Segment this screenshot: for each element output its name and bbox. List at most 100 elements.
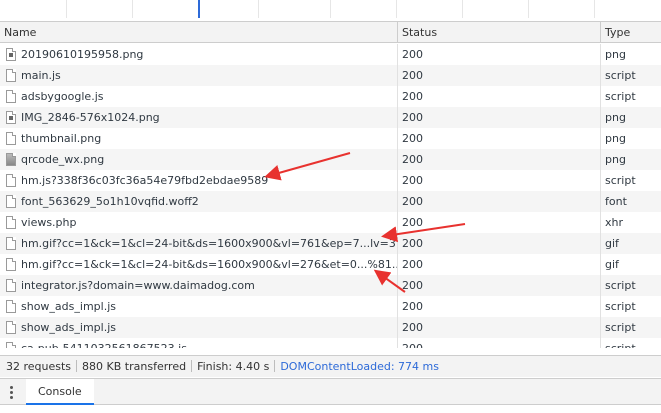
request-status: 200 bbox=[397, 254, 600, 275]
column-header-status[interactable]: Status bbox=[397, 22, 600, 43]
request-name[interactable]: adsbygoogle.js bbox=[0, 86, 397, 107]
table-row[interactable]: show_ads_impl.js 200 script bbox=[0, 317, 661, 338]
request-name-text: IMG_2846-576x1024.png bbox=[21, 111, 160, 124]
dom-content-loaded-time: DOMContentLoaded: 774 ms bbox=[280, 360, 439, 373]
request-name[interactable]: font_563629_5o1h10vqfid.woff2 bbox=[0, 191, 397, 212]
request-name[interactable]: hm.js?338f36c03fc36a54e79fbd2ebdae9589 bbox=[0, 170, 397, 191]
request-status: 200 bbox=[397, 149, 600, 170]
image-file-icon bbox=[6, 111, 16, 124]
request-name-text: integrator.js?domain=www.daimadog.com bbox=[21, 279, 255, 292]
request-name[interactable]: main.js bbox=[0, 65, 397, 86]
column-header-type[interactable]: Type bbox=[600, 22, 661, 43]
request-status: 200 bbox=[397, 233, 600, 254]
requests-table-header: Name Status Type bbox=[0, 22, 661, 43]
request-status: 200 bbox=[397, 44, 600, 65]
transferred-size: 880 KB transferred bbox=[82, 360, 187, 373]
request-type: gif bbox=[600, 254, 661, 275]
table-row[interactable]: 20190610195958.png 200 png bbox=[0, 44, 661, 65]
request-name[interactable]: hm.gif?cc=1&ck=1&cl=24-bit&ds=1600x900&v… bbox=[0, 233, 397, 254]
table-row[interactable]: main.js 200 script bbox=[0, 65, 661, 86]
table-row[interactable]: IMG_2846-576x1024.png 200 png bbox=[0, 107, 661, 128]
table-row[interactable]: hm.js?338f36c03fc36a54e79fbd2ebdae9589 20… bbox=[0, 170, 661, 191]
timeline-gridline bbox=[462, 0, 463, 18]
file-icon bbox=[6, 300, 16, 313]
request-name[interactable]: thumbnail.png bbox=[0, 128, 397, 149]
file-icon bbox=[6, 321, 16, 334]
qr-image-icon bbox=[6, 153, 16, 166]
timeline-gridline bbox=[132, 0, 133, 18]
request-type: png bbox=[600, 149, 661, 170]
request-name[interactable]: hm.gif?cc=1&ck=1&cl=24-bit&ds=1600x900&v… bbox=[0, 254, 397, 275]
table-row[interactable]: adsbygoogle.js 200 script bbox=[0, 86, 661, 107]
file-icon bbox=[6, 279, 16, 292]
request-status: 200 bbox=[397, 86, 600, 107]
request-type: gif bbox=[600, 233, 661, 254]
summary-divider bbox=[191, 360, 193, 372]
request-type: script bbox=[600, 296, 661, 317]
request-name-text: show_ads_impl.js bbox=[21, 321, 116, 334]
request-name[interactable]: views.php bbox=[0, 212, 397, 233]
table-row[interactable]: qrcode_wx.png 200 png bbox=[0, 149, 661, 170]
more-options-icon[interactable] bbox=[10, 386, 14, 400]
table-row[interactable]: font_563629_5o1h10vqfid.woff2 200 font bbox=[0, 191, 661, 212]
request-status: 200 bbox=[397, 338, 600, 348]
summary-divider bbox=[76, 360, 78, 372]
request-status: 200 bbox=[397, 191, 600, 212]
file-icon bbox=[6, 195, 16, 208]
request-type: xhr bbox=[600, 212, 661, 233]
timeline-gridline bbox=[258, 0, 259, 18]
request-name-text: hm.gif?cc=1&ck=1&cl=24-bit&ds=1600x900&v… bbox=[21, 237, 397, 250]
file-icon bbox=[6, 342, 16, 348]
timeline-gridline bbox=[330, 0, 331, 18]
request-name[interactable]: 20190610195958.png bbox=[0, 44, 397, 65]
request-name-text: 20190610195958.png bbox=[21, 48, 144, 61]
file-icon bbox=[6, 258, 16, 271]
file-icon bbox=[6, 237, 16, 250]
table-row[interactable]: integrator.js?domain=www.daimadog.com 200… bbox=[0, 275, 661, 296]
request-status: 200 bbox=[397, 170, 600, 191]
table-row[interactable]: hm.gif?cc=1&ck=1&cl=24-bit&ds=1600x900&v… bbox=[0, 233, 661, 254]
tab-console[interactable]: Console bbox=[26, 379, 94, 405]
timeline-gridline bbox=[66, 0, 67, 18]
request-status: 200 bbox=[397, 317, 600, 338]
table-row[interactable]: show_ads_impl.js 200 script bbox=[0, 296, 661, 317]
table-row[interactable]: views.php 200 xhr bbox=[0, 212, 661, 233]
file-icon bbox=[6, 132, 16, 145]
request-type: png bbox=[600, 44, 661, 65]
finish-time: Finish: 4.40 s bbox=[197, 360, 270, 373]
file-icon bbox=[6, 90, 16, 103]
file-icon bbox=[6, 216, 16, 229]
file-icon bbox=[6, 69, 16, 82]
request-name[interactable]: qrcode_wx.png bbox=[0, 149, 397, 170]
table-row[interactable]: hm.gif?cc=1&ck=1&cl=24-bit&ds=1600x900&v… bbox=[0, 254, 661, 275]
network-overview-timeline[interactable] bbox=[0, 0, 661, 22]
timeline-gridline bbox=[594, 0, 595, 18]
request-name[interactable]: integrator.js?domain=www.daimadog.com bbox=[0, 275, 397, 296]
request-status: 200 bbox=[397, 296, 600, 317]
request-name[interactable]: ca-pub-5411032561867523.js bbox=[0, 338, 397, 348]
request-name-text: qrcode_wx.png bbox=[21, 153, 105, 166]
request-type: script bbox=[600, 317, 661, 338]
column-header-name[interactable]: Name bbox=[0, 22, 397, 43]
request-type: script bbox=[600, 338, 661, 348]
file-icon bbox=[6, 174, 16, 187]
image-file-icon bbox=[6, 48, 16, 61]
request-name[interactable]: IMG_2846-576x1024.png bbox=[0, 107, 397, 128]
request-name-text: adsbygoogle.js bbox=[21, 90, 104, 103]
network-summary-bar: 32 requests 880 KB transferred Finish: 4.4… bbox=[0, 355, 661, 377]
request-name[interactable]: show_ads_impl.js bbox=[0, 317, 397, 338]
request-type: png bbox=[600, 128, 661, 149]
request-name-text: thumbnail.png bbox=[21, 132, 102, 145]
request-name-text: hm.js?338f36c03fc36a54e79fbd2ebdae9589 bbox=[21, 174, 269, 187]
request-type: script bbox=[600, 170, 661, 191]
table-row[interactable]: thumbnail.png 200 png bbox=[0, 128, 661, 149]
request-name-text: font_563629_5o1h10vqfid.woff2 bbox=[21, 195, 199, 208]
table-row[interactable]: ca-pub-5411032561867523.js 200script bbox=[0, 338, 661, 348]
request-status: 200 bbox=[397, 65, 600, 86]
timeline-gridline bbox=[528, 0, 529, 18]
request-name-text: ca-pub-5411032561867523.js bbox=[21, 342, 187, 348]
dom-content-loaded-marker bbox=[198, 0, 200, 18]
request-name[interactable]: show_ads_impl.js bbox=[0, 296, 397, 317]
drawer-toolbar: Console bbox=[0, 378, 661, 405]
request-name-text: main.js bbox=[21, 69, 61, 82]
